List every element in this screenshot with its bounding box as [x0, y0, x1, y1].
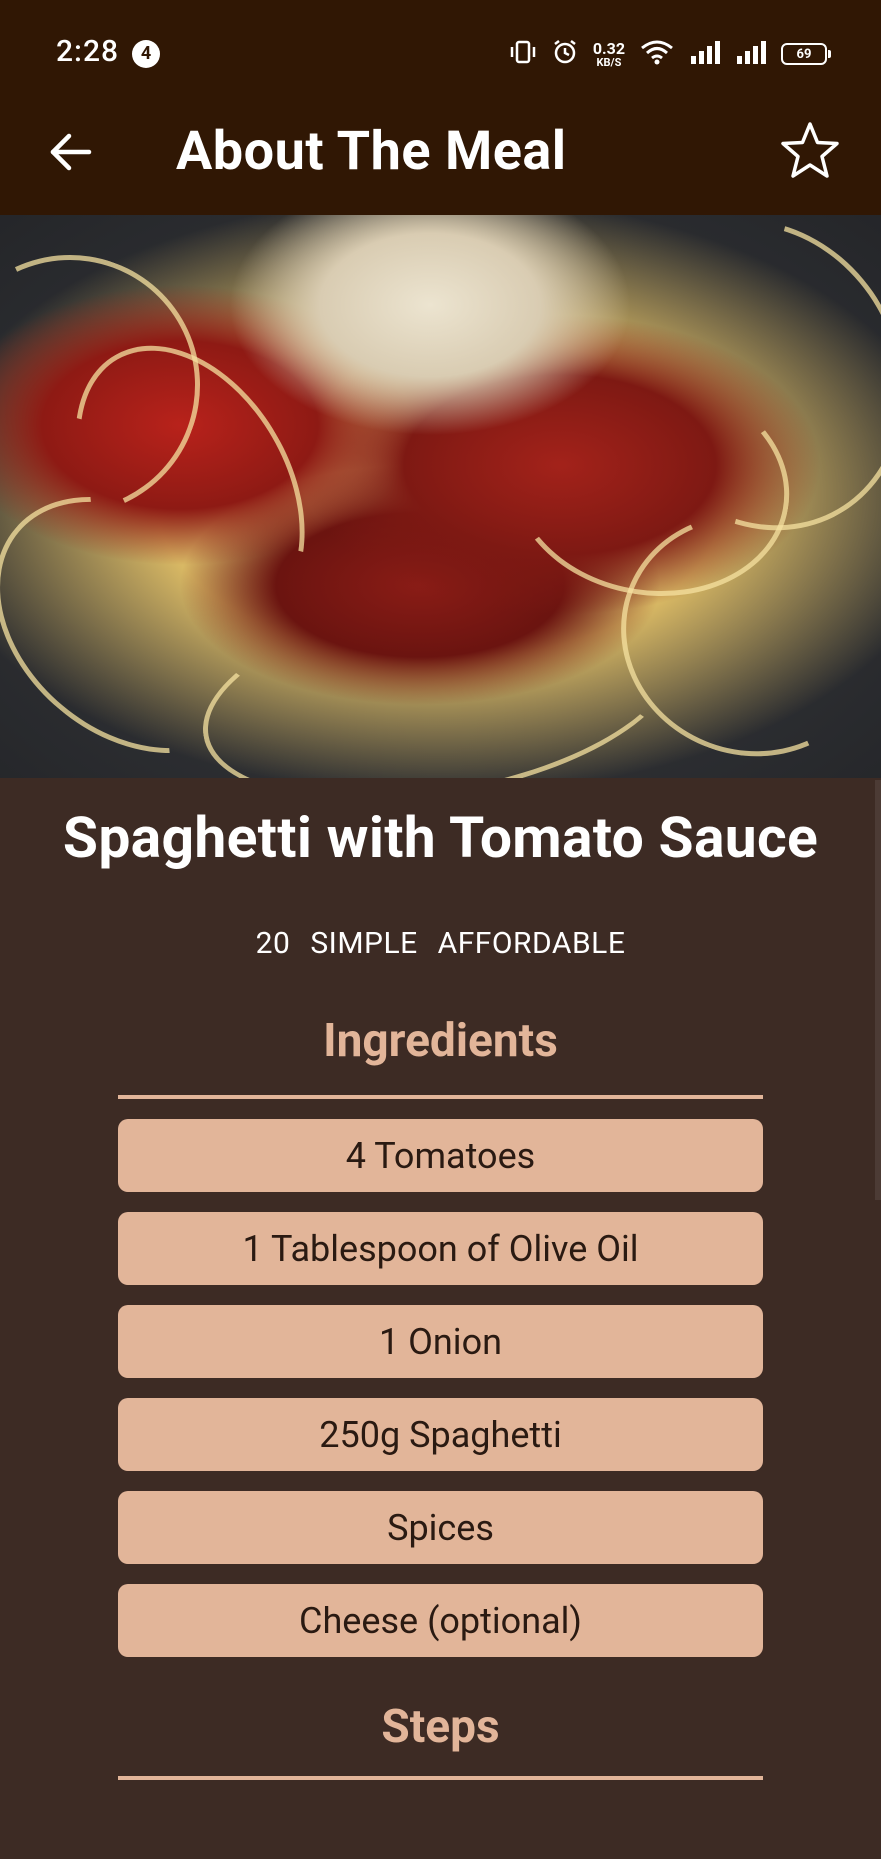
star-outline-icon: [779, 120, 841, 186]
signal-icon: [735, 38, 767, 70]
meal-duration: 20: [255, 926, 291, 961]
ingredients-heading: Ingredients: [323, 1014, 558, 1068]
meal-meta: 20 SIMPLE AFFORDABLE: [0, 926, 881, 961]
battery-level: 69: [796, 46, 812, 62]
back-button[interactable]: [40, 124, 100, 184]
signal-icon: [689, 38, 721, 70]
page-title: About The Meal: [176, 120, 567, 183]
meal-title: Spaghetti with Tomato Sauce: [62, 804, 819, 871]
meal-complexity: SIMPLE: [310, 926, 418, 961]
battery-icon: 69: [781, 43, 831, 65]
steps-heading: Steps: [381, 1700, 500, 1754]
alarm-icon: [551, 38, 579, 70]
ingredient-item: 250g Spaghetti: [118, 1398, 763, 1471]
status-time: 2:28: [56, 34, 120, 69]
meal-affordability: AFFORDABLE: [437, 926, 626, 961]
ingredient-item: 1 Onion: [118, 1305, 763, 1378]
network-speed-unit: KB/S: [596, 55, 622, 69]
ingredient-item: 1 Tablespoon of Olive Oil: [118, 1212, 763, 1285]
notification-badge: 4: [132, 40, 160, 68]
app-header: 2:28 4 0.32 KB/S 69 About The Meal: [0, 0, 881, 215]
wifi-icon: [639, 38, 675, 70]
ingredient-item: Cheese (optional): [118, 1584, 763, 1657]
ingredients-divider: [118, 1095, 763, 1099]
favorite-button[interactable]: [775, 118, 845, 188]
ingredient-list: 4 Tomatoes 1 Tablespoon of Olive Oil 1 O…: [118, 1119, 763, 1657]
status-icons: 0.32 KB/S 69: [509, 36, 831, 72]
network-speed-value: 0.32: [592, 38, 625, 58]
ingredient-item: Spices: [118, 1491, 763, 1564]
meal-image: [0, 215, 881, 778]
ingredient-item: 4 Tomatoes: [118, 1119, 763, 1192]
vibrate-icon: [509, 38, 537, 70]
arrow-left-icon: [47, 129, 93, 179]
steps-divider: [118, 1776, 763, 1780]
status-bar: 2:28 4 0.32 KB/S 69: [0, 0, 881, 108]
toolbar: About The Meal: [0, 108, 881, 215]
network-speed: 0.32 KB/S: [592, 38, 625, 69]
